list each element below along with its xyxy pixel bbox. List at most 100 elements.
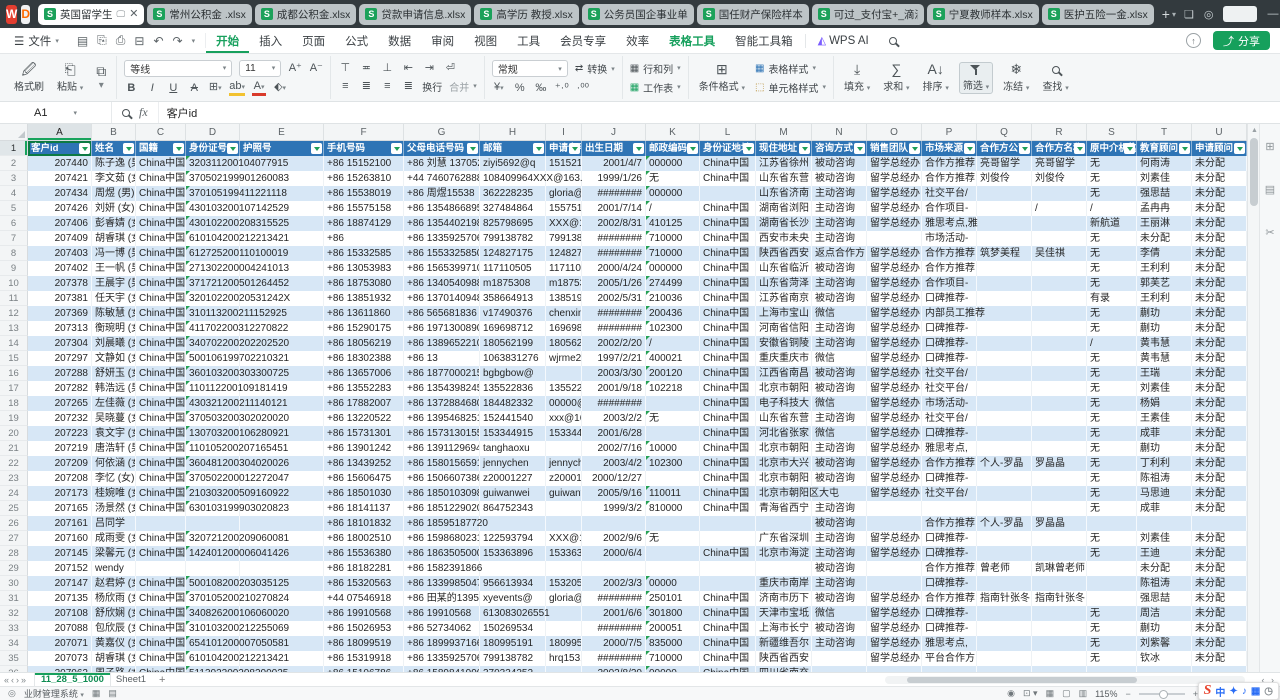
grid-cell-B33[interactable]: 包欣辰 (女 — [92, 621, 136, 636]
ime-clock-icon[interactable]: ◷ — [1264, 686, 1273, 697]
grid-cell-M14[interactable]: 安徽省铜陵 — [756, 336, 812, 351]
row-number[interactable]: 14 — [0, 336, 28, 351]
grid-cell-Q3[interactable]: 刘俊伶 — [977, 171, 1032, 186]
grid-cell-U32[interactable]: 未分配 — [1192, 606, 1247, 621]
grid-cell-H28[interactable]: 153363896 — [480, 546, 546, 561]
grid-cell-T19[interactable]: 王素佳 — [1137, 411, 1192, 426]
menu-item-wps-ai[interactable]: ◭WPS AI — [808, 28, 879, 53]
grid-cell-T22[interactable]: 丁利利 — [1137, 456, 1192, 471]
grid-cell-P16[interactable]: 社交平台/ — [922, 366, 977, 381]
grid-cell-N23[interactable]: 被动咨询 — [812, 471, 867, 486]
grid-cell-T9[interactable]: 王利利 — [1137, 261, 1192, 276]
grid-cell-M20[interactable]: 河北省张家 — [756, 426, 812, 441]
grid-cell-P6[interactable]: 雅思考点,雅 — [922, 216, 977, 231]
grid-cell-K4[interactable]: 000000 — [646, 186, 700, 201]
grid-cell-T33[interactable]: 蒯玏 — [1137, 621, 1192, 636]
grid-cell-K29[interactable] — [646, 561, 700, 576]
wps-logo-icon[interactable]: W — [6, 5, 17, 24]
grid-cell-R10[interactable] — [1032, 276, 1087, 291]
grid-cell-P35[interactable]: 平台合作方 — [922, 651, 977, 666]
grid-cell-M30[interactable]: 重庆市南岸 — [756, 576, 812, 591]
grid-cell-B16[interactable]: 舒妍玉 (女 — [92, 366, 136, 381]
header-cell-C1[interactable]: 国籍 — [136, 141, 186, 156]
grid-cell-T8[interactable]: 李倩 — [1137, 246, 1192, 261]
grid-cell-D31[interactable]: 370105200210270824 — [186, 591, 240, 606]
grid-cell-J3[interactable]: 1999/1/26 — [582, 171, 646, 186]
grid-cell-N30[interactable]: 主动咨询 — [812, 576, 867, 591]
grid-cell-Q19[interactable] — [977, 411, 1032, 426]
zoom-level[interactable]: 115% — [1095, 689, 1117, 699]
grid-cell-P9[interactable]: 合作方推荐 — [922, 261, 977, 276]
grid-cell-H8[interactable]: 124827175 — [480, 246, 546, 261]
grid-cell-D14[interactable]: 340702200202202520 — [186, 336, 240, 351]
grid-cell-P23[interactable]: 口碑推荐- — [922, 471, 977, 486]
system-label[interactable]: 业财管理系统 ▾ — [24, 687, 84, 700]
share-button[interactable]: ⤴分享 — [1213, 31, 1270, 50]
row-number[interactable]: 9 — [0, 261, 28, 276]
grid-cell-B4[interactable]: 周煜 (男) — [92, 186, 136, 201]
column-header-R[interactable]: R — [1032, 124, 1087, 140]
grid-cell-F9[interactable]: +86 13053983 — [324, 261, 404, 276]
align-bottom-icon[interactable]: ⊥ — [380, 62, 394, 75]
row-number[interactable]: 22 — [0, 456, 28, 471]
grid-cell-K30[interactable]: 00000 — [646, 576, 700, 591]
grid-cell-B18[interactable]: 左佳薇 (女 — [92, 396, 136, 411]
grid-cell-K24[interactable]: 110011 — [646, 486, 700, 501]
cell-name-box[interactable]: A1▾ — [0, 102, 112, 123]
grid-cell-P14[interactable]: 口碑推荐- — [922, 336, 977, 351]
grid-cell-O34[interactable]: 留学总经办 — [867, 636, 922, 651]
grid-cell-T4[interactable]: 强思喆 — [1137, 186, 1192, 201]
grid-cell-R33[interactable] — [1032, 621, 1087, 636]
row-number[interactable]: 12 — [0, 306, 28, 321]
grid-cell-S5[interactable]: / — [1087, 201, 1137, 216]
menu-item-智能工具箱[interactable]: 智能工具箱 — [725, 28, 803, 53]
grid-cell-F25[interactable]: +86 18141137 — [324, 501, 404, 516]
grid-cell-R24[interactable] — [1032, 486, 1087, 501]
grid-cell-P12[interactable]: 内部员工推荐 — [922, 306, 977, 321]
grid-cell-S8[interactable]: 无 — [1087, 246, 1137, 261]
layout-switch-icon[interactable]: ❏ — [1184, 8, 1194, 21]
grid-cell-O29[interactable] — [867, 561, 922, 576]
grid-cell-C32[interactable]: China中国 — [136, 606, 186, 621]
row-number[interactable]: 23 — [0, 471, 28, 486]
grid-cell-F26[interactable]: +86 18101832 — [324, 516, 404, 531]
grid-cell-H32[interactable]: 613083026551 — [480, 606, 546, 621]
grid-cell-F21[interactable]: +86 13901242 — [324, 441, 404, 456]
grid-cell-D9[interactable]: 271302200004241013 — [186, 261, 240, 276]
grid-cell-H11[interactable]: 358664913 — [480, 291, 546, 306]
grid-cell-Q24[interactable] — [977, 486, 1032, 501]
grid-cell-L35[interactable]: China中国 — [700, 651, 756, 666]
column-header-D[interactable]: D — [186, 124, 240, 140]
column-header-B[interactable]: B — [92, 124, 136, 140]
grid-cell-F30[interactable]: +86 15320563 — [324, 576, 404, 591]
grid-cell-P24[interactable]: 社交平台/ — [922, 486, 977, 501]
sogou-logo-icon[interactable]: S — [1204, 683, 1212, 699]
grid-cell-P29[interactable]: 合作方推荐 — [922, 561, 977, 576]
grid-cell-Q27[interactable] — [977, 531, 1032, 546]
filter-dropdown-icon[interactable] — [633, 143, 644, 154]
decrease-decimal-button[interactable]: ·⁰⁰ — [576, 82, 590, 95]
grid-cell-Q7[interactable] — [977, 231, 1032, 246]
grid-cell-O30[interactable] — [867, 576, 922, 591]
document-tab[interactable]: S国任财产保险样本.x — [697, 4, 809, 25]
grid-cell-H9[interactable]: 117110505 — [480, 261, 546, 276]
grid-cell-G35[interactable]: +86 1335925706 — [404, 651, 480, 666]
grid-cell-H36[interactable]: 370334252 — [480, 666, 546, 672]
grid-cell-M4[interactable]: 山东省济南 — [756, 186, 812, 201]
grid-cell-B10[interactable]: 王晨宇 (男 — [92, 276, 136, 291]
grid-cell-G28[interactable]: +86 1863505000 — [404, 546, 480, 561]
grid-cell-F20[interactable]: +86 15731301 — [324, 426, 404, 441]
grid-cell-M31[interactable]: 济南市历下 — [756, 591, 812, 606]
grid-cell-U13[interactable]: 未分配 — [1192, 321, 1247, 336]
grid-cell-H14[interactable]: 180562199 — [480, 336, 546, 351]
column-header-N[interactable]: N — [812, 124, 867, 140]
grid-cell-T13[interactable]: 蒯玏 — [1137, 321, 1192, 336]
grid-cell-C7[interactable]: China中国 — [136, 231, 186, 246]
menu-item-页面[interactable]: 页面 — [292, 28, 335, 53]
grid-cell-I18[interactable]: 00000@qq( — [546, 396, 582, 411]
grid-cell-J12[interactable]: ######## — [582, 306, 646, 321]
grid-cell-J19[interactable]: 2003/2/2 — [582, 411, 646, 426]
grid-cell-A28[interactable]: 207145 — [28, 546, 92, 561]
grid-cell-B32[interactable]: 舒欣娴 (女 — [92, 606, 136, 621]
header-cell-F1[interactable]: 手机号码 — [324, 141, 404, 156]
